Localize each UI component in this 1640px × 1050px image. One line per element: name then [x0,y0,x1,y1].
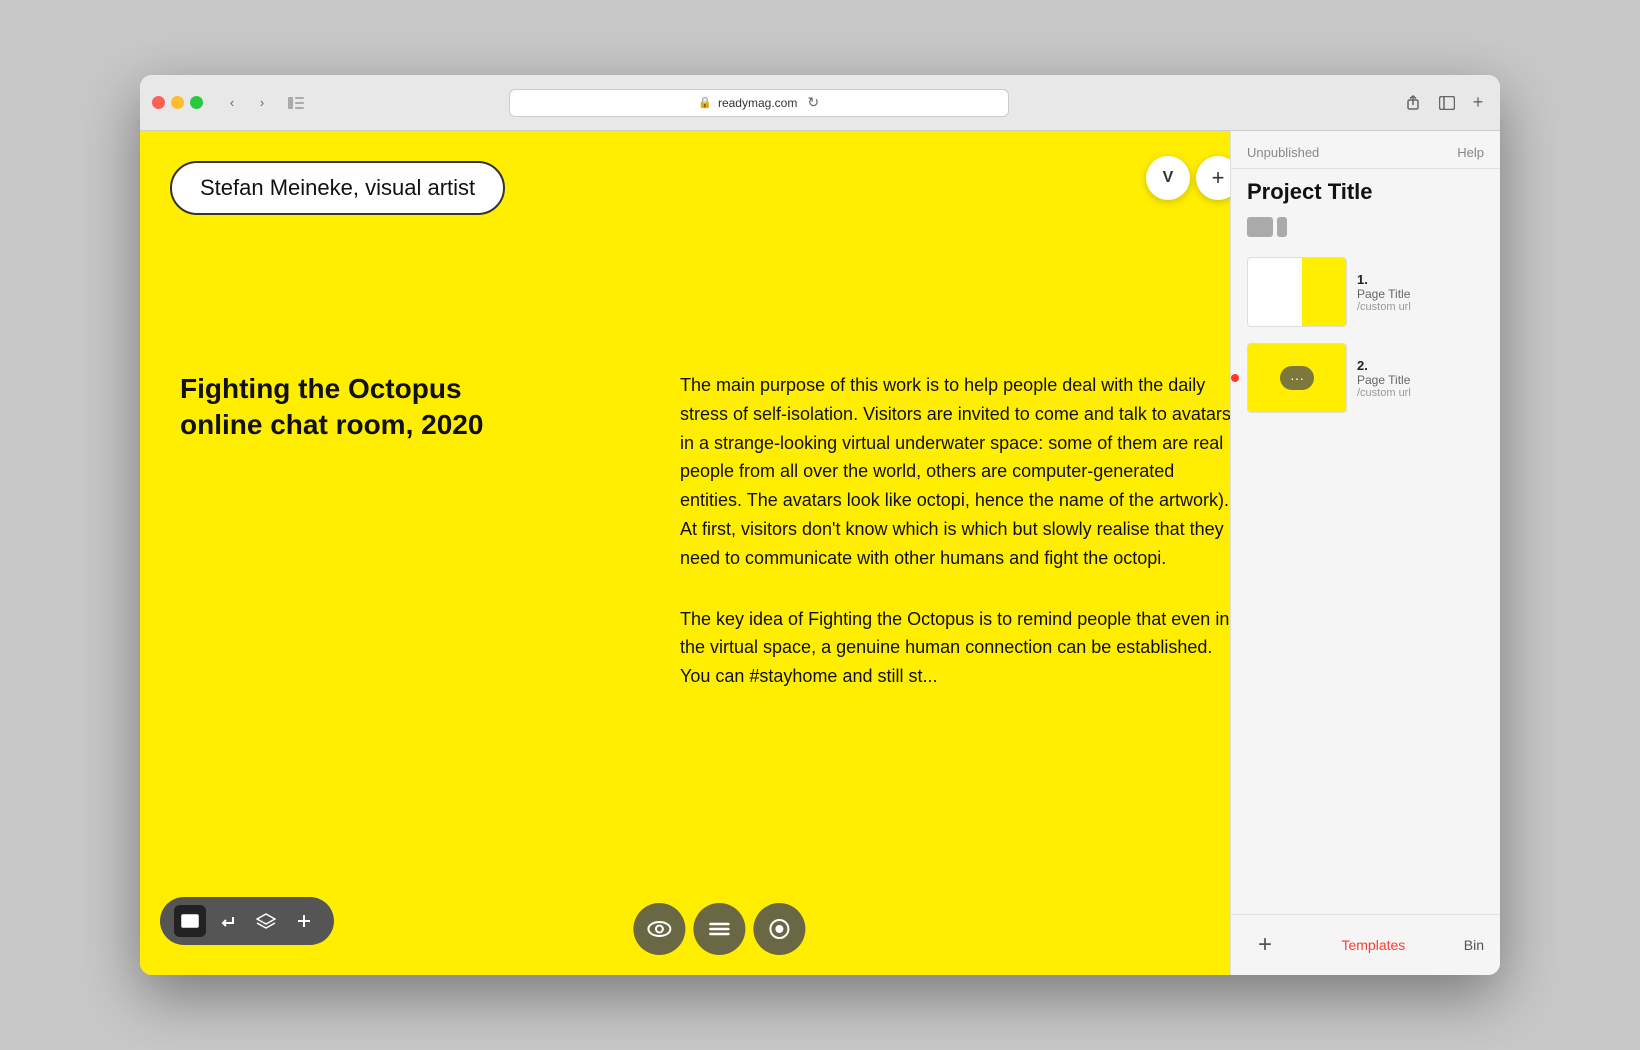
pages-list: 1. Page Title /custom url ··· 2. Page Ti… [1231,249,1500,914]
address-bar[interactable]: 🔒 readymag.com ↻ [509,89,1009,117]
add-tab-button[interactable]: + [1468,93,1488,113]
lock-icon: 🔒 [698,96,712,109]
nav-buttons: ‹ › [219,93,275,113]
artwork-title-line1: Fighting the Octopus [180,371,483,407]
canvas-area: Stefan Meineke, visual artist V + Fighti… [140,131,1230,975]
refresh-icon[interactable]: ↻ [807,94,819,111]
traffic-lights [152,96,203,109]
main-paragraph-2: The key idea of Fighting the Octopus is … [680,605,1230,691]
back-button[interactable]: ‹ [219,93,245,113]
user-avatar[interactable]: V [1146,156,1190,200]
templates-button[interactable]: Templates [1341,937,1405,953]
artist-name: Stefan Meineke, visual artist [200,175,475,200]
sidebar-help-button[interactable]: Help [1457,145,1484,160]
sidebar-status: Unpublished [1247,145,1319,160]
page-info-1: 1. Page Title /custom url [1357,272,1484,313]
browser-window: ‹ › 🔒 readymag.com ↻ [140,75,1500,975]
canvas-overlay-controls [633,903,805,955]
page-name-1: Page Title [1357,287,1484,301]
main-paragraph-1: The main purpose of this work is to help… [680,371,1230,573]
browser-actions: + [1400,93,1488,113]
sidebar-view-toggle [1231,217,1500,249]
rectangle-tool-button[interactable] [174,905,206,937]
page-menu-button[interactable]: ··· [1280,366,1314,390]
sidebar-toggle-button[interactable] [283,93,309,113]
add-page-button[interactable]: + [1247,927,1283,963]
tab-button[interactable] [1434,93,1460,113]
right-sidebar: Unpublished Help Project Title [1230,131,1500,975]
page-thumbnail-2: ··· [1247,343,1347,413]
main-text-block: The main purpose of this work is to help… [680,371,1230,691]
minimize-traffic-light[interactable] [171,96,184,109]
forward-button[interactable]: › [249,93,275,113]
page-number-2: 2. [1357,358,1484,373]
menu-overlay-button[interactable] [693,903,745,955]
circle-overlay-button[interactable] [753,903,805,955]
page-url-2: /custom url [1357,387,1484,399]
maximize-traffic-light[interactable] [190,96,203,109]
sidebar-footer: + Templates Bin [1231,914,1500,975]
sidebar-header: Unpublished Help [1231,131,1500,169]
close-traffic-light[interactable] [152,96,165,109]
list-view-button[interactable] [1277,217,1287,237]
page-active-indicator [1231,374,1239,382]
artwork-title-line2: online chat room, 2020 [180,407,483,443]
layers-tool-button[interactable] [250,905,282,937]
page-url-1: /custom url [1357,301,1484,313]
main-area: Stefan Meineke, visual artist V + Fighti… [140,131,1500,975]
eye-overlay-button[interactable] [633,903,685,955]
grid-view-button[interactable] [1247,217,1273,237]
enter-tool-button[interactable] [212,905,244,937]
page-number-1: 1. [1357,272,1484,287]
canvas-toolbar-right: V + [1146,156,1230,200]
browser-chrome: ‹ › 🔒 readymag.com ↻ [140,75,1500,131]
artwork-title: Fighting the Octopus online chat room, 2… [180,371,483,444]
bin-button[interactable]: Bin [1464,937,1484,953]
project-title: Project Title [1231,169,1500,217]
artist-badge: Stefan Meineke, visual artist [170,161,505,215]
canvas-bottom-toolbar [160,897,334,945]
page-item-1[interactable]: 1. Page Title /custom url [1247,257,1484,327]
url-text: readymag.com [718,96,797,110]
toolbar-plus-button[interactable]: + [1196,156,1230,200]
add-tool-button[interactable] [288,905,320,937]
page-info-2: 2. Page Title /custom url [1357,358,1484,399]
page-name-2: Page Title [1357,373,1484,387]
share-button[interactable] [1400,93,1426,113]
page-thumbnail-1 [1247,257,1347,327]
page-item-2[interactable]: ··· 2. Page Title /custom url [1247,343,1484,413]
